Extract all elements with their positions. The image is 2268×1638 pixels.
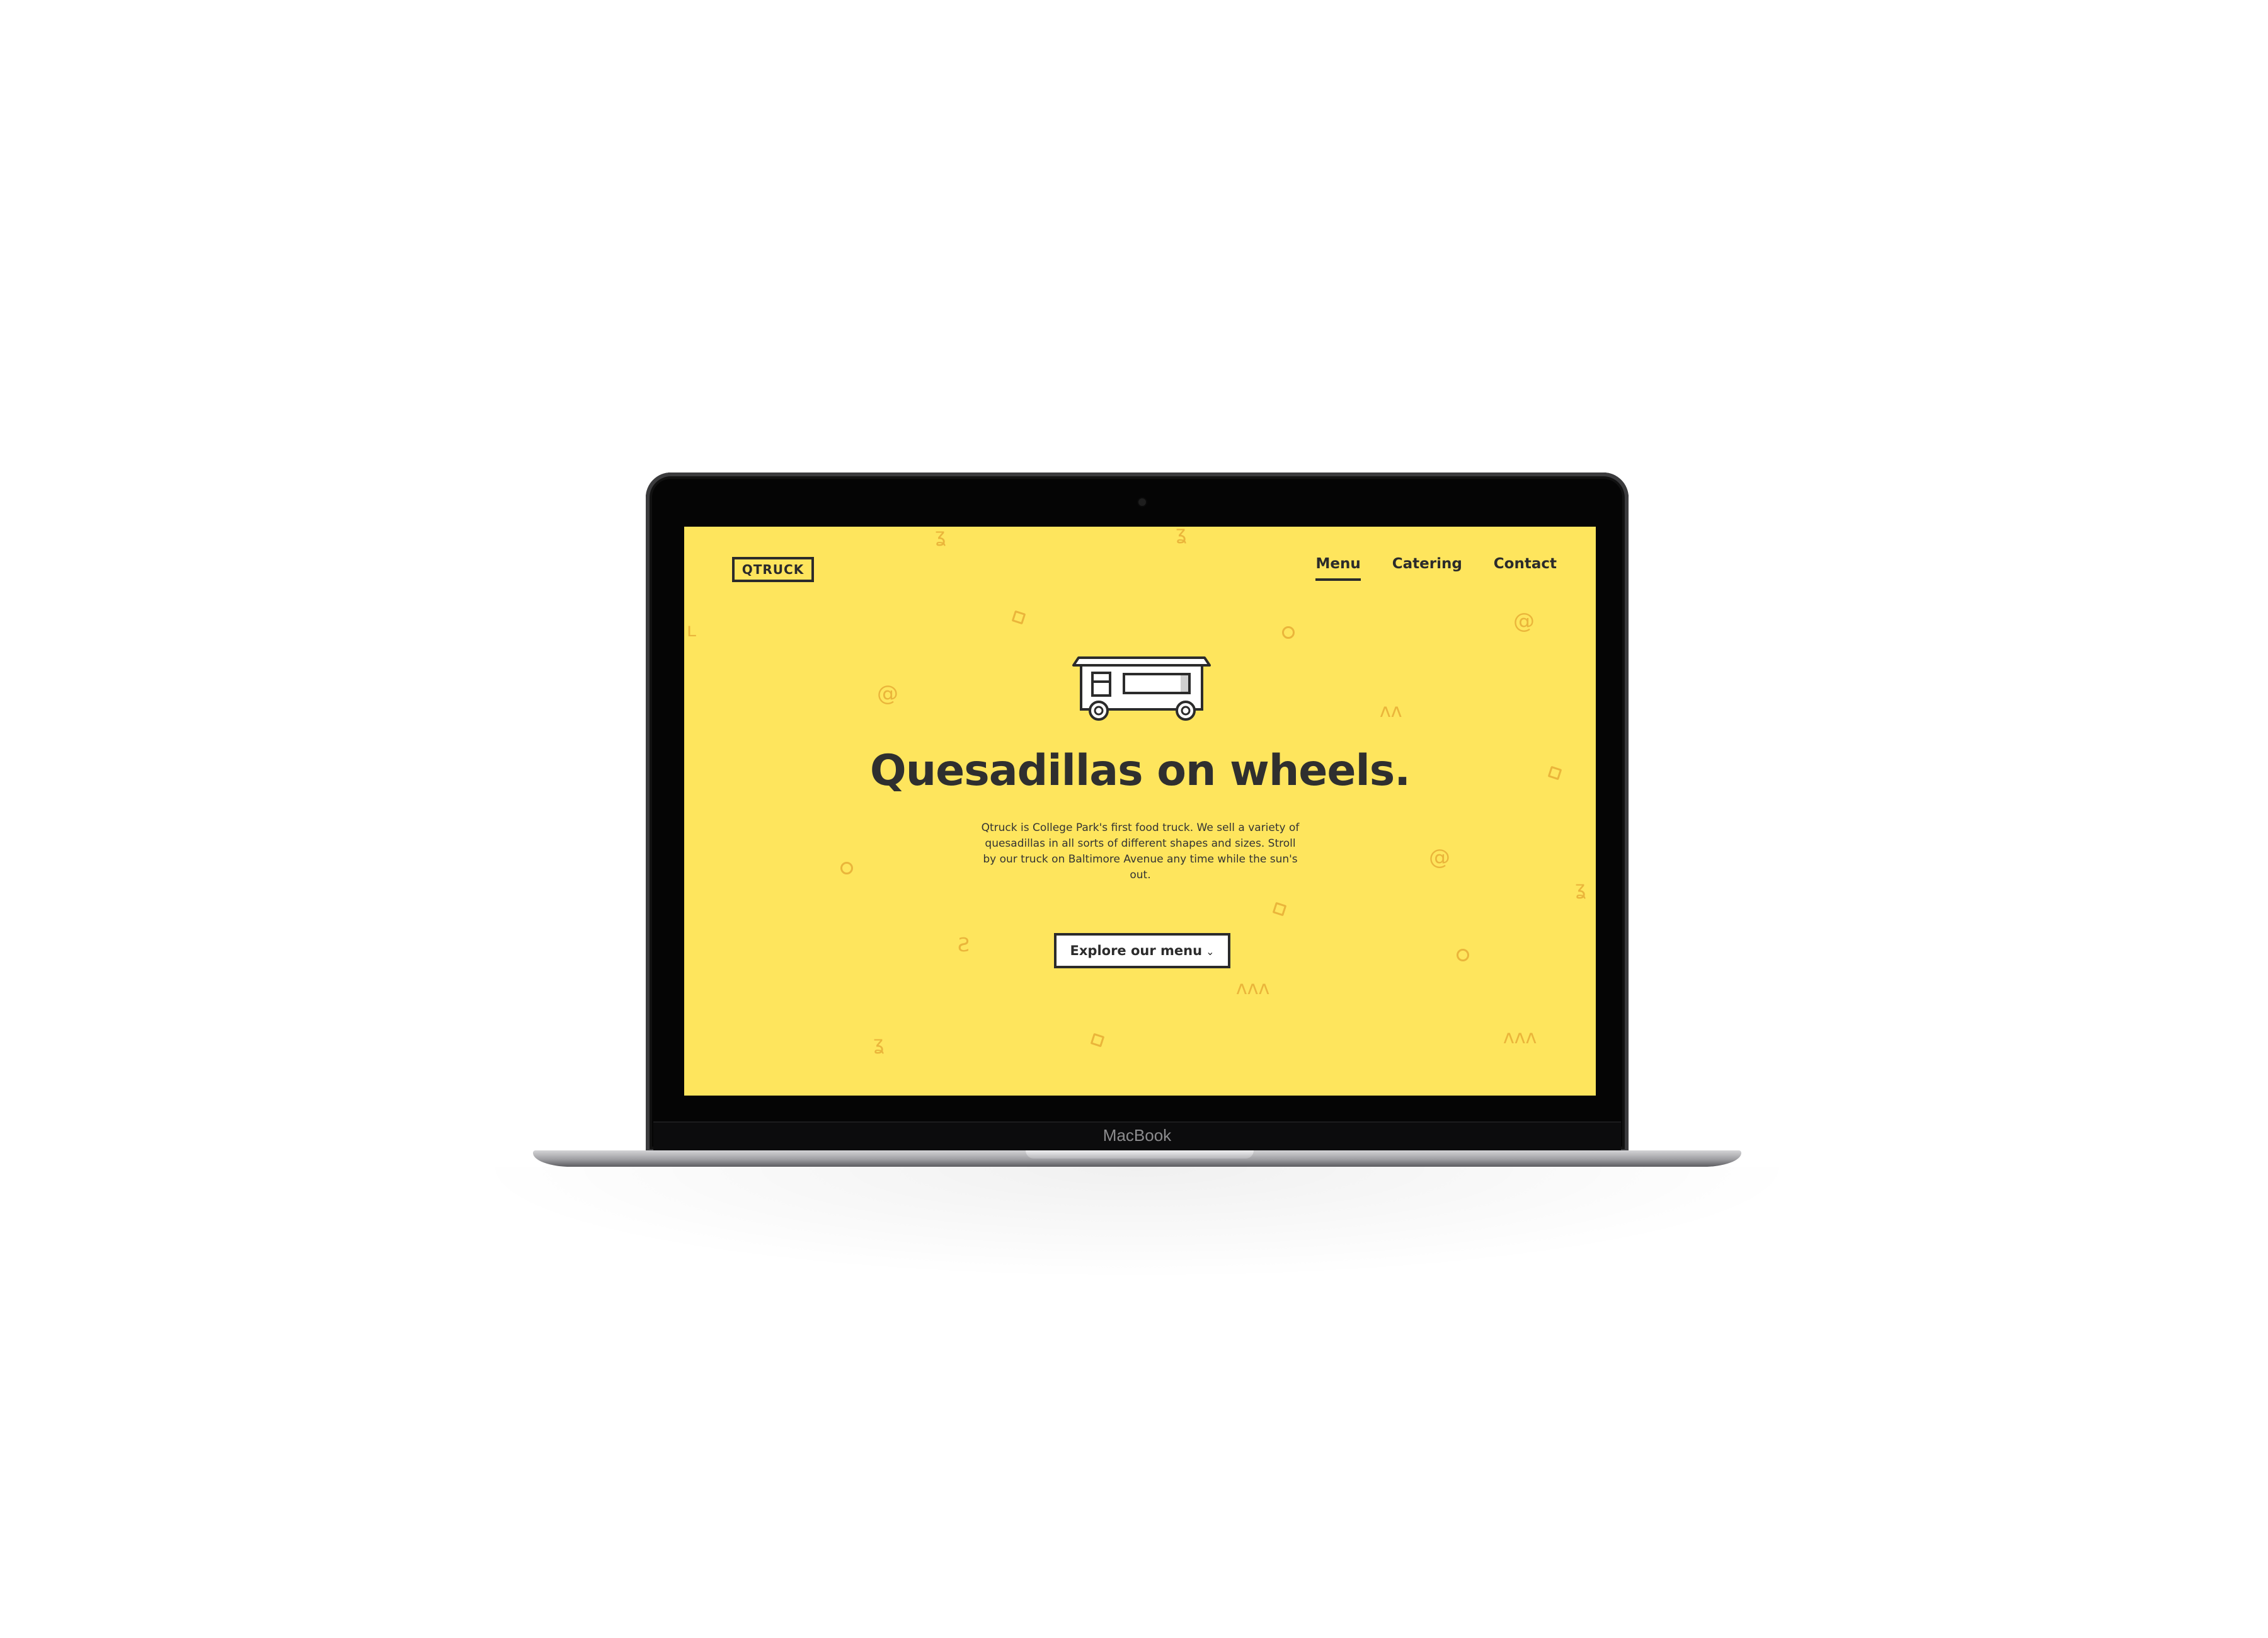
squiggle-decoration: Ꙅ [958,934,970,956]
square-decoration [1011,610,1026,625]
nav-item-menu[interactable]: Menu [1315,556,1361,581]
zigzag-decoration: ᴧᴧᴧ [1236,977,1270,999]
site-logo[interactable]: QTRUCK [732,557,814,582]
spiral-decoration: @ [1513,609,1535,634]
hero-headline: Quesadillas on wheels. [869,746,1411,796]
laptop-shadow [466,1167,1808,1280]
squiggle-decoration: ʓ [1176,527,1187,544]
camera-icon [1138,498,1146,506]
explore-menu-label: Explore our menu [1070,943,1203,958]
nav-item-contact[interactable]: Contact [1494,556,1557,581]
spiral-decoration: @ [1429,845,1450,870]
explore-menu-button[interactable]: Explore our menu ⌄ [1054,933,1230,968]
squiggle-decoration: ʓ [1575,878,1586,900]
food-truck-icon [1072,656,1211,721]
squiggle-decoration: ʟ [687,619,697,641]
laptop-notch [1026,1150,1254,1159]
circle-decoration [1282,626,1295,639]
square-decoration [1272,902,1287,917]
chevron-down-icon: ⌄ [1206,945,1215,958]
main-nav: Menu Catering Contact [1315,556,1557,581]
hero-description: Qtruck is College Park's first food truc… [981,822,1300,881]
website-screen: ʓ ʓ @ @ ᴧᴧ @ ʓ Ꙅ ᴧᴧᴧ ʓ ᴧᴧᴧ ʟ QTRUCK Menu… [684,527,1596,1096]
laptop-brand-label: MacBook [1102,1126,1172,1145]
circle-decoration [840,862,853,874]
zigzag-decoration: ᴧᴧ [1380,700,1402,722]
squiggle-decoration: ʓ [873,1033,885,1055]
square-decoration [1090,1033,1105,1048]
nav-item-catering[interactable]: Catering [1392,556,1462,581]
spiral-decoration: @ [877,681,898,706]
zigzag-decoration: ᴧᴧᴧ [1503,1026,1537,1048]
squiggle-decoration: ʓ [935,527,946,547]
circle-decoration [1457,949,1469,961]
